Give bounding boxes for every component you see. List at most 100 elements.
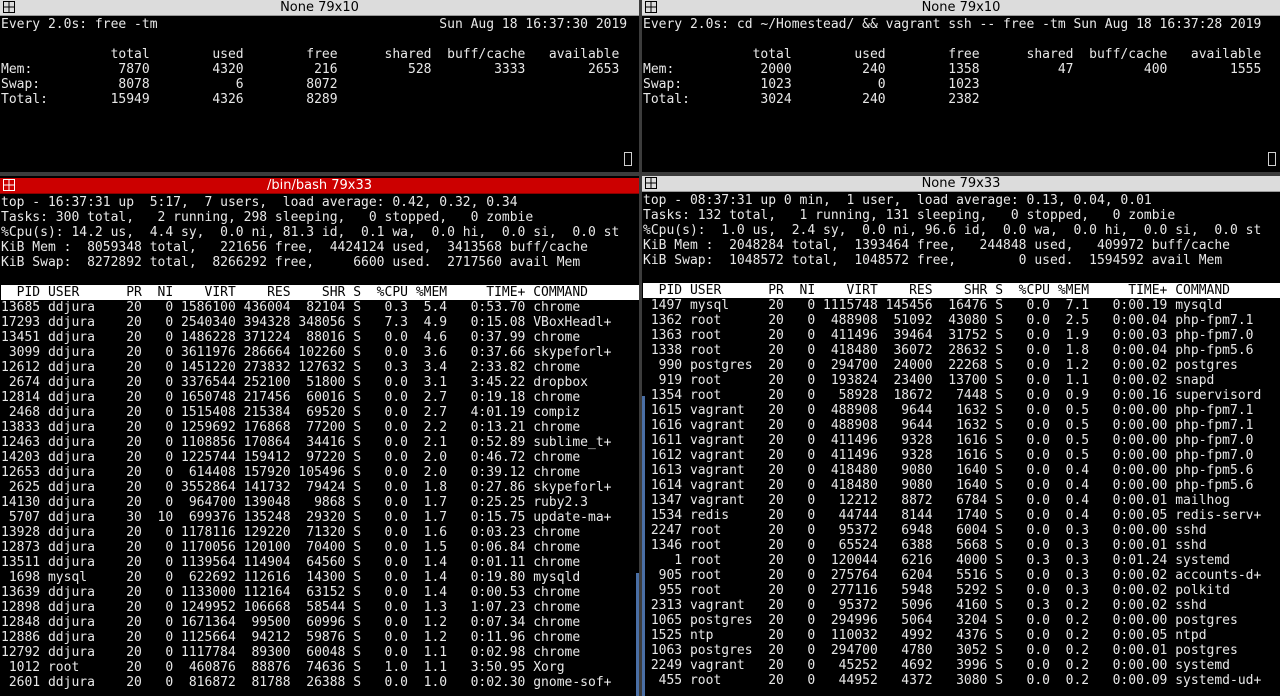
summary-line: %Cpu(s): 1.0 us, 2.4 sy, 0.0 ni, 96.6 id… <box>643 223 1262 238</box>
top-output[interactable]: top - 16:37:31 up 5:17, 7 users, load av… <box>1 195 639 696</box>
process-row: 13685 ddjura 20 0 1586100 436004 82104 S… <box>1 300 581 315</box>
process-row: 2625 ddjura 20 0 3552864 141732 79424 S … <box>1 480 612 495</box>
process-row: 990 postgres 20 0 294700 24000 22268 S 0… <box>643 358 1238 373</box>
process-table-header: PID USER PR NI VIRT RES SHR S %CPU %MEM … <box>1 285 639 300</box>
process-row: 1346 root 20 0 65524 6388 5668 S 0.0 0.3… <box>643 538 1207 553</box>
process-row: 1612 vagrant 20 0 411496 9328 1616 S 0.0… <box>643 448 1254 463</box>
process-row: 14203 ddjura 20 0 1225744 159412 97220 S… <box>1 450 581 465</box>
pane-title: None 79x33 <box>921 176 1001 191</box>
process-row: 12653 ddjura 20 0 614408 157920 105496 S… <box>1 465 581 480</box>
pane-titlebar[interactable]: None 79x10 <box>642 0 1280 16</box>
pane-titlebar[interactable]: None 79x33 <box>642 176 1280 192</box>
output-line: total used free shared buff/cache availa… <box>643 47 1262 62</box>
terminal-pane-top-left[interactable]: None 79x10 Every 2.0s: free -tm Sun Aug … <box>0 0 639 172</box>
process-row: 12814 ddjura 20 0 1650748 217456 60016 S… <box>1 390 581 405</box>
process-row: 12463 ddjura 20 0 1108856 170864 34416 S… <box>1 435 612 450</box>
process-row: 12792 ddjura 20 0 1117784 89300 60048 S … <box>1 645 581 660</box>
terminal-layout-icon[interactable] <box>645 177 657 189</box>
process-row: 1063 postgres 20 0 294700 4780 3052 S 0.… <box>643 643 1238 658</box>
pane-title: None 79x10 <box>280 0 359 15</box>
process-row: 17293 ddjura 20 0 2540340 394328 348056 … <box>1 315 612 330</box>
process-row: 12848 ddjura 20 0 1671364 99500 60996 S … <box>1 615 581 630</box>
process-row: 905 root 20 0 275764 6204 5516 S 0.0 0.3… <box>643 568 1262 583</box>
process-row: 12612 ddjura 20 0 1451220 273832 127632 … <box>1 360 581 375</box>
process-row: 13511 ddjura 20 0 1139564 114904 64560 S… <box>1 555 581 570</box>
process-row: 12886 ddjura 20 0 1125664 94212 59876 S … <box>1 630 581 645</box>
process-row: 2468 ddjura 20 0 1515408 215384 69520 S … <box>1 405 581 420</box>
process-row: 1534 redis 20 0 44744 8144 1740 S 0.0 0.… <box>643 508 1262 523</box>
summary-line: %Cpu(s): 14.2 us, 4.4 sy, 0.0 ni, 81.3 i… <box>1 225 620 240</box>
process-row: 1615 vagrant 20 0 488908 9644 1632 S 0.0… <box>643 403 1254 418</box>
process-row: 2313 vagrant 20 0 95372 5096 4160 S 0.3 … <box>643 598 1207 613</box>
output-line: Swap: 8078 6 8072 <box>1 77 338 92</box>
process-row: 919 root 20 0 193824 23400 13700 S 0.0 1… <box>643 373 1215 388</box>
output-line: Total: 3024 240 2382 <box>643 92 980 107</box>
process-row: 1698 mysql 20 0 622692 112616 14300 S 0.… <box>1 570 581 585</box>
output-line: Swap: 1023 0 1023 <box>643 77 980 92</box>
process-row: 955 root 20 0 277116 5948 5292 S 0.0 0.3… <box>643 583 1230 598</box>
terminal-cursor <box>1268 152 1276 166</box>
process-row: 1525 ntp 20 0 110032 4992 4376 S 0.0 0.2… <box>643 628 1207 643</box>
process-row: 1616 vagrant 20 0 488908 9644 1632 S 0.0… <box>643 418 1254 433</box>
pane-titlebar[interactable]: None 79x10 <box>0 0 639 16</box>
scrollbar[interactable] <box>642 396 645 696</box>
summary-line: top - 08:37:31 up 0 min, 1 user, load av… <box>643 193 1152 208</box>
summary-line: top - 16:37:31 up 5:17, 7 users, load av… <box>1 195 518 210</box>
output-line: Every 2.0s: free -tm Sun Aug 18 16:37:30… <box>1 17 628 32</box>
process-row: 12898 ddjura 20 0 1249952 106668 58544 S… <box>1 600 581 615</box>
process-row: 1497 mysql 20 0 1115748 145456 16476 S 0… <box>643 298 1223 313</box>
process-row: 2601 ddjura 20 0 816872 81788 26388 S 0.… <box>1 675 612 690</box>
pane-titlebar-active[interactable]: /bin/bash 79x33 <box>0 178 639 194</box>
process-row: 1065 postgres 20 0 294996 5064 3204 S 0.… <box>643 613 1238 628</box>
terminal-output[interactable]: Every 2.0s: cd ~/Homestead/ && vagrant s… <box>643 17 1280 172</box>
process-row: 14130 ddjura 20 0 964700 139048 9868 S 0… <box>1 495 588 510</box>
summary-line: KiB Swap: 1048572 total, 1048572 free, 0… <box>643 253 1223 268</box>
process-row: 1354 root 20 0 58928 18672 7448 S 0.0 0.… <box>643 388 1262 403</box>
summary-line: KiB Mem : 2048284 total, 1393464 free, 2… <box>643 238 1230 253</box>
pane-title: /bin/bash 79x33 <box>266 178 372 193</box>
process-row: 12873 ddjura 20 0 1170056 120100 70400 S… <box>1 540 581 555</box>
process-row: 1611 vagrant 20 0 411496 9328 1616 S 0.0… <box>643 433 1254 448</box>
process-row: 1338 root 20 0 418480 36072 28632 S 0.0 … <box>643 343 1254 358</box>
summary-line: Tasks: 132 total, 1 running, 131 sleepin… <box>643 208 1176 223</box>
process-row: 1363 root 20 0 411496 39464 31752 S 0.0 … <box>643 328 1254 343</box>
output-line: Every 2.0s: cd ~/Homestead/ && vagrant s… <box>643 17 1262 32</box>
process-row: 1347 vagrant 20 0 12212 8872 6784 S 0.0 … <box>643 493 1230 508</box>
process-row: 1614 vagrant 20 0 418480 9080 1640 S 0.0… <box>643 478 1254 493</box>
terminal-layout-icon[interactable] <box>3 1 15 13</box>
process-row: 3099 ddjura 20 0 3611976 286664 102260 S… <box>1 345 612 360</box>
terminal-pane-top-right[interactable]: None 79x10 Every 2.0s: cd ~/Homestead/ &… <box>642 0 1280 172</box>
output-line: Mem: 2000 240 1358 47 400 1555 <box>643 62 1262 77</box>
process-row: 13928 ddjura 20 0 1178116 129220 71320 S… <box>1 525 581 540</box>
process-row: 13833 ddjura 20 0 1259692 176868 77200 S… <box>1 420 581 435</box>
process-row: 2249 vagrant 20 0 45252 4692 3996 S 0.0 … <box>643 658 1230 673</box>
terminal-layout-icon[interactable] <box>3 179 15 191</box>
terminal-pane-bottom-left[interactable]: /bin/bash 79x33 top - 16:37:31 up 5:17, … <box>0 178 639 696</box>
process-row: 5707 ddjura 30 10 699376 135248 29320 S … <box>1 510 612 525</box>
process-row: 13639 ddjura 20 0 1133000 112164 63152 S… <box>1 585 581 600</box>
process-row: 2674 ddjura 20 0 3376544 252100 51800 S … <box>1 375 588 390</box>
summary-line: Tasks: 300 total, 2 running, 298 sleepin… <box>1 210 534 225</box>
output-line: Mem: 7870 4320 216 528 3333 2653 <box>1 62 620 77</box>
terminal-layout-icon[interactable] <box>645 1 657 13</box>
process-row: 1 root 20 0 120044 6216 4000 S 0.3 0.3 0… <box>643 553 1230 568</box>
summary-line: KiB Swap: 8272892 total, 8266292 free, 6… <box>1 255 581 270</box>
process-table-header: PID USER PR NI VIRT RES SHR S %CPU %MEM … <box>643 283 1280 298</box>
process-row: 1362 root 20 0 488908 51092 43080 S 0.0 … <box>643 313 1254 328</box>
summary-line <box>1 270 639 285</box>
scrollbar[interactable] <box>636 573 639 696</box>
process-row: 1012 root 20 0 460876 88876 74636 S 1.0 … <box>1 660 565 675</box>
summary-line: KiB Mem : 8059348 total, 221656 free, 44… <box>1 240 588 255</box>
process-row: 13451 ddjura 20 0 1486228 371224 88016 S… <box>1 330 581 345</box>
terminal-output[interactable]: Every 2.0s: free -tm Sun Aug 18 16:37:30… <box>1 17 639 172</box>
process-row: 1613 vagrant 20 0 418480 9080 1640 S 0.0… <box>643 463 1254 478</box>
process-row: 2247 root 20 0 95372 6948 6004 S 0.0 0.3… <box>643 523 1207 538</box>
output-line: total used free shared buff/cache availa… <box>1 47 620 62</box>
pane-title: None 79x10 <box>921 0 1001 15</box>
process-row: 455 root 20 0 44952 4372 3080 S 0.0 0.2 … <box>643 673 1262 688</box>
terminal-pane-bottom-right[interactable]: None 79x33 top - 08:37:31 up 0 min, 1 us… <box>642 176 1280 696</box>
pane-divider[interactable] <box>0 172 639 176</box>
top-output[interactable]: top - 08:37:31 up 0 min, 1 user, load av… <box>643 193 1280 696</box>
